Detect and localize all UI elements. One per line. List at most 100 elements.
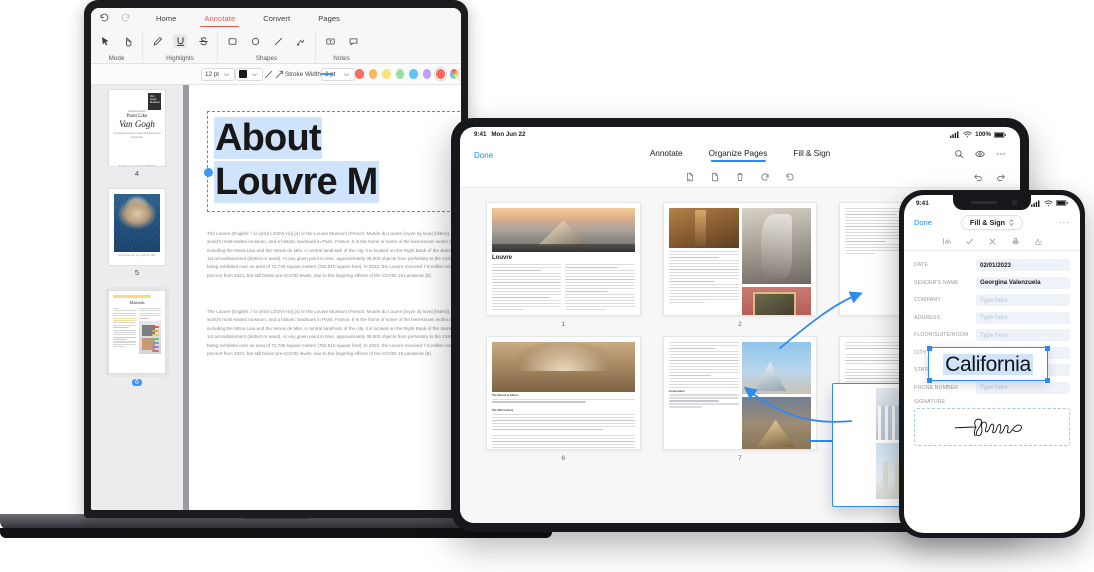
signature-field[interactable] [914, 408, 1070, 446]
document-heading: About Louvre M [214, 116, 461, 205]
resize-handle-bottom-right[interactable] [1045, 378, 1050, 383]
arrow-line-tool[interactable] [274, 67, 285, 82]
thumbnail-page-6[interactable]: Materials [105, 287, 169, 377]
thumbnail-page-5[interactable]: Self-Portrait with Grey Felt Hat, 1887 [108, 188, 166, 266]
chevron-down-icon [222, 70, 231, 79]
color-swatch-orange[interactable] [369, 69, 378, 79]
cross-icon[interactable] [988, 233, 997, 251]
tablet-done-button[interactable]: Done [474, 151, 493, 160]
text-cursor-icon[interactable]: Ab [942, 233, 951, 251]
tab-organize-pages[interactable]: Organize Pages [709, 149, 768, 162]
wifi-icon [963, 131, 972, 138]
ribbon-tab-annotate[interactable]: Annotate [203, 11, 236, 27]
status-date: Mon Jun 22 [491, 131, 525, 138]
field-label-address: ADDRESS [914, 315, 976, 321]
color-palette [355, 69, 458, 79]
thumbnail-page-4[interactable]: Van Gogh Museum Isabelle Payton Paint Li… [108, 89, 166, 167]
search-icon[interactable] [954, 146, 964, 164]
color-swatch-selected[interactable] [436, 69, 445, 79]
line-icon[interactable] [271, 34, 285, 48]
highlighter-icon[interactable] [150, 34, 164, 48]
color-swatch-blue[interactable] [409, 69, 418, 79]
fill-color-select[interactable] [235, 68, 263, 81]
page-thumb-7[interactable]: Composition [663, 336, 818, 450]
page-cell-2[interactable]: 2 [663, 202, 818, 328]
field-input-company[interactable]: Type here [976, 294, 1070, 306]
rotate-right-icon[interactable] [760, 169, 770, 187]
comment-icon[interactable] [346, 34, 360, 48]
tablet-status-bar: 9:41 Mon Jun 22 100% [460, 127, 1020, 142]
phone-mode-label: Fill & Sign [970, 218, 1005, 227]
tab-annotate[interactable]: Annotate [650, 149, 683, 162]
undo-icon[interactable] [973, 169, 983, 187]
tool-group-notes: Notes [316, 32, 367, 63]
page-cell-6[interactable]: The School of Athens The 16th Century [486, 336, 641, 462]
highlight-color-select[interactable] [458, 68, 461, 81]
hand-icon[interactable] [121, 34, 135, 48]
field-input-date[interactable]: 02/01/2023 [976, 259, 1070, 271]
desktop-ribbon: Home Annotate Convert Pages [91, 8, 461, 64]
cursor-icon[interactable] [98, 34, 112, 48]
page-thumb-2[interactable] [663, 202, 818, 316]
desktop-main-area: Van Gogh Museum Isabelle Payton Paint Li… [91, 85, 461, 510]
color-swatch-red[interactable] [355, 69, 364, 79]
stamp-icon[interactable] [1011, 233, 1020, 251]
phone-done-button[interactable]: Done [914, 218, 932, 227]
resize-handle-bottom-left[interactable] [927, 378, 932, 383]
mona-lisa-gallery-image [742, 287, 812, 316]
field-input-address[interactable]: Type here [976, 312, 1070, 324]
insert-page-icon[interactable] [685, 169, 695, 187]
rectangle-icon[interactable] [225, 34, 239, 48]
plain-line-tool[interactable] [263, 67, 274, 82]
page-thumb-6[interactable]: The School of Athens The 16th Century [486, 336, 641, 450]
chevron-updown-icon [1009, 218, 1014, 227]
field-input-floor-suite-room[interactable]: Type here [976, 329, 1070, 341]
page-text-col-2 [565, 264, 634, 312]
document-viewport[interactable]: About Louvre M The Louvre (English: /ˈlu… [183, 85, 461, 510]
strikethrough-icon[interactable] [196, 34, 210, 48]
text-box-icon[interactable] [323, 34, 337, 48]
view-eye-icon[interactable] [975, 146, 985, 164]
selection-handle[interactable] [204, 168, 213, 177]
redo-icon[interactable] [996, 169, 1006, 187]
color-swatch-yellow[interactable] [382, 69, 391, 79]
page6-subhead: The School of Athens [492, 394, 635, 397]
color-wheel-icon[interactable] [450, 69, 459, 79]
page-thumbnail-pane[interactable]: Van Gogh Museum Isabelle Payton Paint Li… [91, 85, 183, 510]
page-thumb-1[interactable]: Louvre [486, 202, 641, 316]
signature-icon[interactable] [1034, 233, 1043, 251]
field-input-phone-number[interactable]: Type here [976, 382, 1070, 394]
phone-mode-selector[interactable]: Fill & Sign [961, 215, 1023, 230]
laptop-screen: Home Annotate Convert Pages [91, 8, 461, 510]
california-text-edit-overlay[interactable]: California [928, 347, 1048, 381]
ribbon-tab-convert[interactable]: Convert [262, 11, 291, 27]
page-cell-7[interactable]: Composition 7 [663, 336, 818, 462]
checkmark-icon[interactable] [965, 233, 974, 251]
ribbon-tab-home[interactable]: Home [155, 11, 177, 27]
rotate-left-icon[interactable] [785, 169, 795, 187]
tablet-page-toolbar [460, 168, 1020, 188]
color-swatch-purple[interactable] [423, 69, 432, 79]
field-input-sender-name[interactable]: Georgina Valenzuela [976, 277, 1070, 289]
delete-page-icon[interactable] [735, 169, 745, 187]
page-cell-1[interactable]: Louvre [486, 202, 641, 328]
ribbon-tab-pages[interactable]: Pages [317, 11, 341, 27]
cellular-icon [950, 131, 960, 138]
color-swatch-green[interactable] [396, 69, 405, 79]
font-size-select[interactable]: 12 pt [201, 68, 235, 81]
underline-icon[interactable] [173, 34, 187, 48]
redo-icon[interactable] [120, 10, 131, 28]
field-label-date: DATE [914, 262, 976, 268]
tab-fill-and-sign[interactable]: Fill & Sign [793, 149, 830, 162]
page7-col-left: Composition [669, 342, 739, 449]
more-icon[interactable] [996, 146, 1006, 164]
ellipse-icon[interactable] [248, 34, 262, 48]
selected-text-block[interactable]: About Louvre M [207, 111, 461, 212]
resize-handle-top-left[interactable] [927, 346, 932, 351]
undo-icon[interactable] [99, 10, 110, 28]
phone-more-button[interactable]: ··· [1059, 217, 1070, 227]
extract-page-icon[interactable] [710, 169, 720, 187]
california-text-value: California [943, 354, 1033, 375]
polygon-icon[interactable] [294, 34, 308, 48]
resize-handle-top-right[interactable] [1045, 346, 1050, 351]
